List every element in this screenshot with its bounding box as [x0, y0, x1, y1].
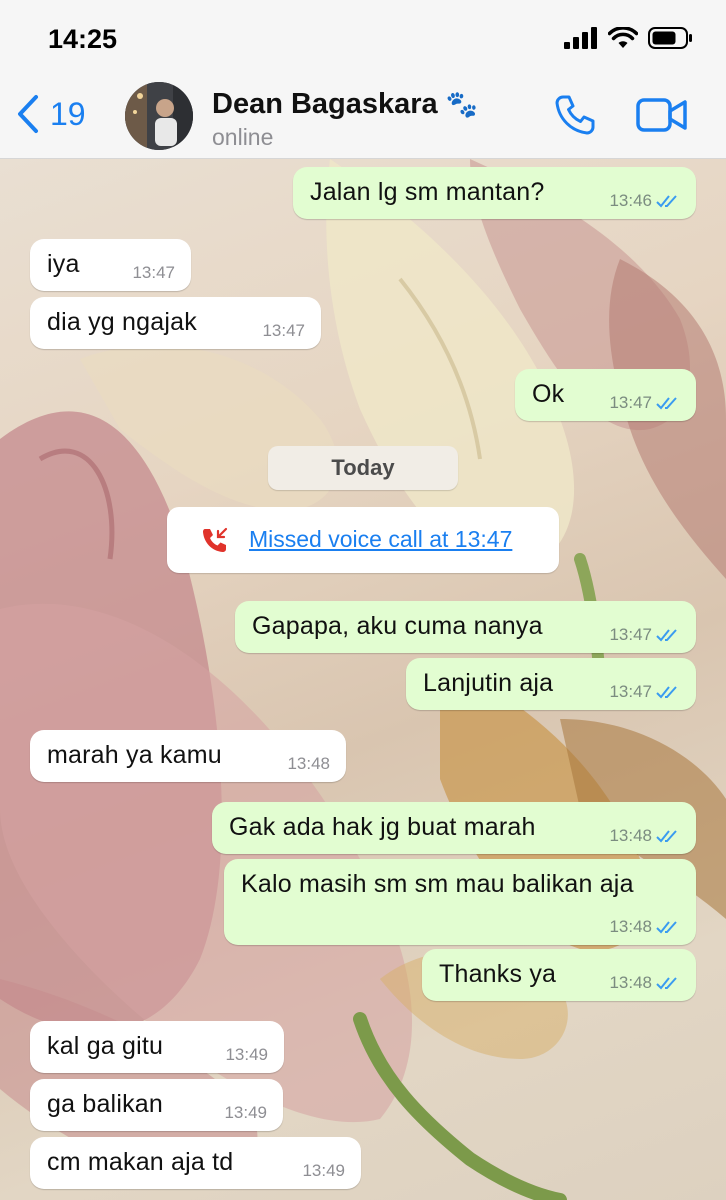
- voice-call-button[interactable]: [554, 94, 596, 141]
- contact-status: online: [212, 124, 274, 150]
- unread-count: 19: [50, 95, 86, 132]
- missed-call-notice[interactable]: Missed voice call at 13:47: [167, 507, 559, 573]
- message-text: Lanjutin aja: [423, 669, 554, 697]
- message-bubble[interactable]: Ok 13:47: [515, 369, 696, 421]
- message-bubble[interactable]: kal ga gitu 13:49: [30, 1021, 284, 1073]
- message-bubble[interactable]: Gapapa, aku cuma nanya 13:47: [235, 601, 696, 653]
- message-time: 13:48: [609, 973, 652, 992]
- message-text: Jalan lg sm mantan?: [310, 178, 545, 206]
- message-bubble[interactable]: iya 13:47: [30, 239, 191, 291]
- contact-name[interactable]: Dean Bagaskara 🐾: [212, 88, 478, 121]
- message-time: 13:47: [262, 321, 305, 340]
- video-camera-icon: [636, 98, 687, 132]
- message-meta: 13:47: [609, 682, 680, 702]
- avatar[interactable]: [125, 82, 193, 150]
- chat-header: 19 Dean Bagaskara 🐾 online: [0, 72, 726, 159]
- message-text: marah ya kamu: [47, 741, 222, 769]
- cellular-signal-icon: [564, 27, 597, 49]
- message-bubble[interactable]: ga balikan 13:49: [30, 1079, 283, 1131]
- date-separator: Today: [268, 446, 458, 490]
- status-bar: 14:25: [0, 0, 726, 72]
- missed-call-text: Missed voice call at 13:47: [249, 526, 513, 552]
- double-check-icon: [656, 629, 677, 642]
- message-bubble[interactable]: dia yg ngajak 13:47: [30, 297, 321, 349]
- double-check-icon: [656, 921, 677, 934]
- message-bubble[interactable]: marah ya kamu 13:48: [30, 730, 346, 782]
- chat-area[interactable]: Jalan lg sm mantan? 13:46 iya 13:47 dia …: [0, 159, 726, 1200]
- back-button[interactable]: 19: [16, 94, 86, 134]
- message-time: 13:47: [609, 625, 652, 644]
- paw-emoji: 🐾: [445, 89, 479, 119]
- message-text: Gapapa, aku cuma nanya: [252, 612, 543, 640]
- message-time: 13:48: [287, 754, 330, 773]
- message-time: 13:49: [302, 1161, 345, 1180]
- battery-icon: [648, 27, 692, 49]
- message-bubble[interactable]: Jalan lg sm mantan? 13:46: [293, 167, 696, 219]
- status-icons: [564, 24, 694, 52]
- phone-icon: [555, 95, 595, 135]
- message-bubble[interactable]: cm makan aja td 13:49: [30, 1137, 361, 1189]
- message-text: iya: [47, 250, 80, 278]
- message-time: 13:49: [224, 1103, 267, 1122]
- message-time: 13:47: [609, 393, 652, 412]
- message-bubble[interactable]: Lanjutin aja 13:47: [406, 658, 696, 710]
- message-text: dia yg ngajak: [47, 308, 197, 336]
- message-text: Gak ada hak jg buat marah: [229, 813, 536, 841]
- message-bubble[interactable]: Kalo masih sm sm mau balikan aja 13:48: [224, 859, 696, 945]
- message-time: 13:48: [609, 826, 652, 845]
- message-text: Kalo masih sm sm mau balikan aja: [241, 870, 634, 898]
- message-meta: 13:46: [609, 191, 680, 211]
- double-check-icon: [656, 830, 677, 843]
- message-text: Ok: [532, 380, 565, 408]
- message-text: cm makan aja td: [47, 1148, 234, 1176]
- message-bubble[interactable]: Thanks ya 13:48: [422, 949, 696, 1001]
- message-text: ga balikan: [47, 1090, 163, 1118]
- message-text: Thanks ya: [439, 960, 557, 988]
- message-meta: 13:48: [609, 917, 680, 937]
- video-call-button[interactable]: [636, 98, 688, 137]
- double-check-icon: [656, 977, 677, 990]
- message-bubble[interactable]: Gak ada hak jg buat marah 13:48: [212, 802, 696, 854]
- message-text: kal ga gitu: [47, 1032, 164, 1060]
- double-check-icon: [656, 397, 677, 410]
- message-time: 13:46: [609, 191, 652, 210]
- missed-call-icon: [203, 527, 228, 552]
- message-meta: 13:48: [609, 826, 680, 846]
- message-meta: 13:48: [609, 973, 680, 993]
- message-time: 13:48: [609, 917, 652, 936]
- wifi-icon: [608, 27, 638, 48]
- message-time: 13:47: [132, 263, 175, 282]
- message-meta: 13:47: [609, 625, 680, 645]
- contact-name-text: Dean Bagaskara: [212, 88, 438, 120]
- message-time: 13:49: [225, 1045, 268, 1064]
- message-time: 13:47: [609, 682, 652, 701]
- chevron-left-icon: [18, 95, 38, 133]
- status-time: 14:25: [48, 24, 118, 54]
- double-check-icon: [656, 195, 677, 208]
- message-meta: 13:47: [609, 393, 680, 413]
- double-check-icon: [656, 686, 677, 699]
